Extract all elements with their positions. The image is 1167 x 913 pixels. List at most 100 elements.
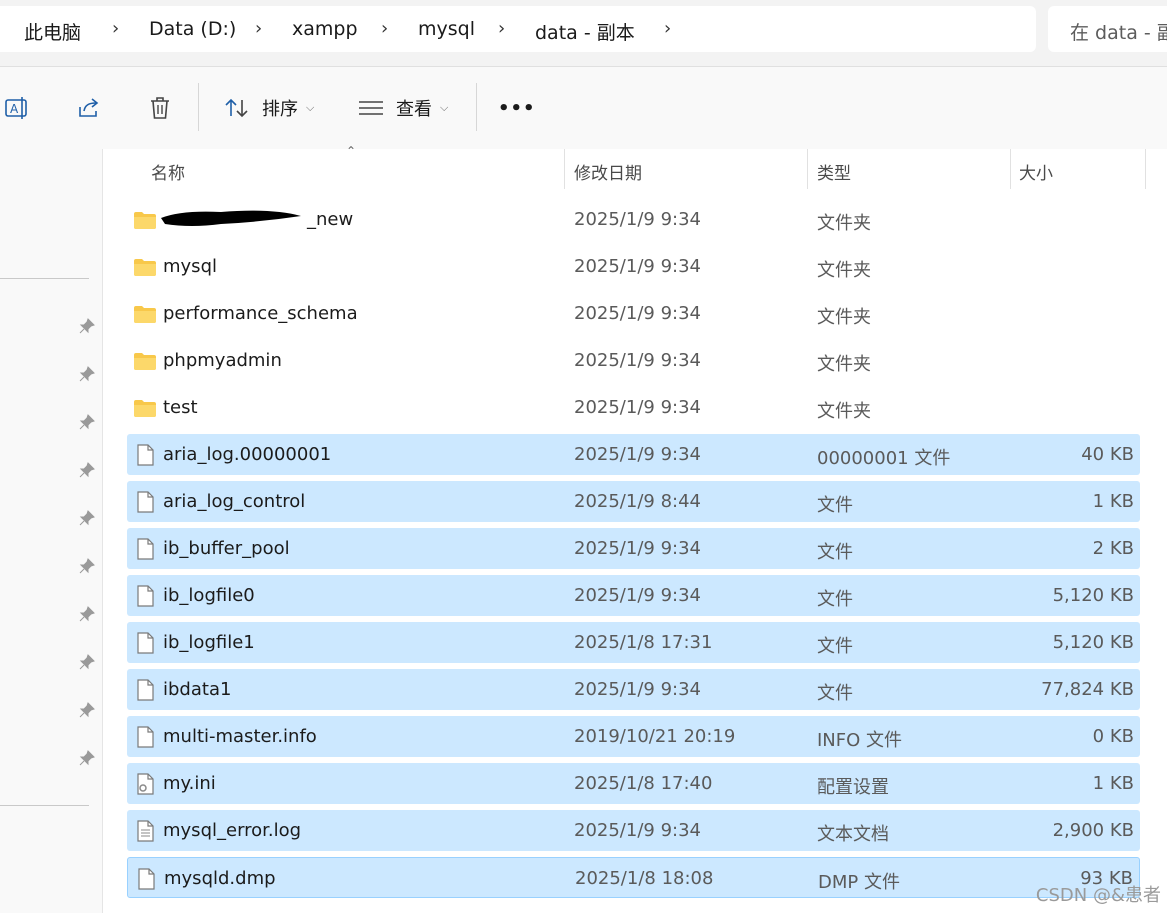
sort-label: 排序 (262, 99, 298, 120)
view-button[interactable]: 查看 ⌵ (358, 91, 448, 125)
file-type: 文件夹 (817, 260, 871, 281)
pin-icon[interactable] (78, 365, 96, 383)
folder-icon (134, 400, 156, 417)
column-divider[interactable] (1145, 149, 1146, 189)
view-list-icon (359, 101, 383, 115)
file-size: 77,824 KB (1041, 679, 1134, 700)
rename-icon: A (5, 97, 27, 119)
file-row[interactable]: phpmyadmin 2025/1/9 9:34 文件夹 (127, 340, 1140, 381)
file-date: 2025/1/8 17:31 (574, 632, 713, 653)
file-size: 5,120 KB (1052, 585, 1134, 606)
file-icon (137, 632, 154, 654)
file-size: 0 KB (1092, 726, 1134, 747)
pin-icon[interactable] (78, 749, 96, 767)
file-name[interactable]: mysqld.dmp (164, 868, 276, 889)
file-row[interactable]: mysql_error.log 2025/1/9 9:34 文本文档 2,900 KB (127, 810, 1140, 851)
address-bar: 此电脑 › Data (D:) › xampp › mysql › data -… (0, 0, 1167, 64)
file-name[interactable]: ibdata1 (163, 679, 231, 700)
chevron-down-icon: ⌵ (440, 101, 449, 114)
more-options-button[interactable]: ••• (498, 91, 536, 125)
file-name[interactable]: performance_schema (163, 303, 358, 324)
file-name[interactable]: multi-master.info (163, 726, 317, 747)
file-name[interactable]: mysql_error.log (163, 820, 301, 841)
watermark: CSDN @&患者 (1035, 885, 1161, 906)
pin-icon[interactable] (78, 701, 96, 719)
sort-button[interactable]: 排序 ⌵ (224, 91, 314, 125)
file-name[interactable]: aria_log.00000001 (163, 444, 331, 465)
file-row[interactable]: mysqld.dmp 2025/1/8 18:08 DMP 文件 93 KB (127, 857, 1140, 898)
file-name[interactable]: my.ini (163, 773, 216, 794)
file-row[interactable]: test 2025/1/9 9:34 文件夹 (127, 387, 1140, 428)
file-name[interactable]: ib_logfile1 (163, 632, 255, 653)
svg-text:A: A (10, 102, 19, 116)
column-divider[interactable] (807, 149, 808, 189)
breadcrumb-separator[interactable]: › (381, 18, 388, 39)
file-row[interactable]: _new 2025/1/9 9:34 文件夹 (127, 199, 1140, 240)
breadcrumb-drive-d[interactable]: Data (D:) (149, 18, 236, 40)
file-icon (137, 585, 154, 607)
file-list[interactable]: ⌃ 名称 修改日期 类型 大小 _new 2025/1/9 9:34 文件夹 mysq… (103, 144, 1167, 913)
rename-button[interactable]: A (4, 91, 30, 125)
column-header-name[interactable]: 名称 (151, 159, 185, 184)
breadcrumb-separator[interactable]: › (255, 18, 262, 39)
toolbar-divider (476, 83, 477, 131)
trash-icon (151, 97, 169, 119)
breadcrumb[interactable]: 此电脑 › Data (D:) › xampp › mysql › data -… (0, 6, 1036, 52)
file-name[interactable]: aria_log_control (163, 491, 305, 512)
column-divider[interactable] (1010, 149, 1011, 189)
file-size: 2 KB (1092, 538, 1134, 559)
breadcrumb-separator[interactable]: › (498, 18, 505, 39)
pin-icon[interactable] (78, 461, 96, 479)
navigation-pane[interactable] (0, 149, 103, 913)
file-row[interactable]: ibdata1 2025/1/9 9:34 文件 77,824 KB (127, 669, 1140, 710)
breadcrumb-xampp[interactable]: xampp (292, 18, 358, 40)
file-row[interactable]: aria_log.00000001 2025/1/9 9:34 00000001 文… (127, 434, 1140, 475)
file-row[interactable]: mysql 2025/1/9 9:34 文件夹 (127, 246, 1140, 287)
file-size: 40 KB (1081, 444, 1134, 465)
breadcrumb-separator[interactable]: › (664, 18, 671, 39)
pin-icon[interactable] (78, 413, 96, 431)
file-row[interactable]: ib_logfile0 2025/1/9 9:34 文件 5,120 KB (127, 575, 1140, 616)
file-date: 2025/1/9 9:34 (574, 538, 701, 559)
command-bar: A 排序 ⌵ 查看 ⌵ ••• (0, 66, 1167, 150)
delete-button[interactable] (148, 91, 172, 125)
file-icon (137, 444, 154, 466)
share-button[interactable] (76, 91, 102, 125)
file-row[interactable]: my.ini 2025/1/8 17:40 配置设置 1 KB (127, 763, 1140, 804)
file-name[interactable]: test (163, 397, 198, 418)
search-input[interactable]: 在 data - 副本 (1048, 6, 1167, 52)
pin-icon[interactable] (78, 557, 96, 575)
file-row[interactable]: performance_schema 2025/1/9 9:34 文件夹 (127, 293, 1140, 334)
column-header-type[interactable]: 类型 (817, 159, 851, 184)
pin-icon[interactable] (78, 509, 96, 527)
file-row[interactable]: ib_buffer_pool 2025/1/9 9:34 文件 2 KB (127, 528, 1140, 569)
file-row[interactable]: aria_log_control 2025/1/9 8:44 文件 1 KB (127, 481, 1140, 522)
share-icon (79, 98, 99, 117)
breadcrumb-separator[interactable]: › (112, 18, 119, 39)
file-name[interactable]: phpmyadmin (163, 350, 282, 371)
file-name[interactable]: ib_logfile0 (163, 585, 255, 606)
pin-icon[interactable] (78, 317, 96, 335)
pin-icon[interactable] (78, 653, 96, 671)
nav-divider (0, 805, 89, 806)
file-name[interactable]: mysql (163, 256, 217, 277)
file-row[interactable]: ib_logfile1 2025/1/8 17:31 文件 5,120 KB (127, 622, 1140, 663)
breadcrumb-data-copy[interactable]: data - 副本 (535, 18, 635, 45)
file-type: 文件夹 (817, 401, 871, 422)
file-type: 文件 (817, 495, 853, 516)
column-divider[interactable] (564, 149, 565, 189)
file-name[interactable]: _new (307, 209, 353, 230)
folder-icon (134, 212, 156, 229)
column-header-size[interactable]: 大小 (1019, 159, 1053, 184)
breadcrumb-mysql[interactable]: mysql (418, 18, 475, 40)
file-date: 2025/1/9 8:44 (574, 491, 701, 512)
pin-icon[interactable] (78, 605, 96, 623)
file-type: INFO 文件 (817, 730, 903, 751)
file-row[interactable]: multi-master.info 2019/10/21 20:19 INFO 文件… (127, 716, 1140, 757)
breadcrumb-this-pc[interactable]: 此电脑 (24, 18, 81, 45)
sort-ascending-icon: ⌃ (346, 144, 357, 158)
file-icon (137, 491, 154, 513)
column-header-date[interactable]: 修改日期 (574, 159, 642, 184)
file-name[interactable]: ib_buffer_pool (163, 538, 290, 559)
file-icon (137, 726, 154, 748)
